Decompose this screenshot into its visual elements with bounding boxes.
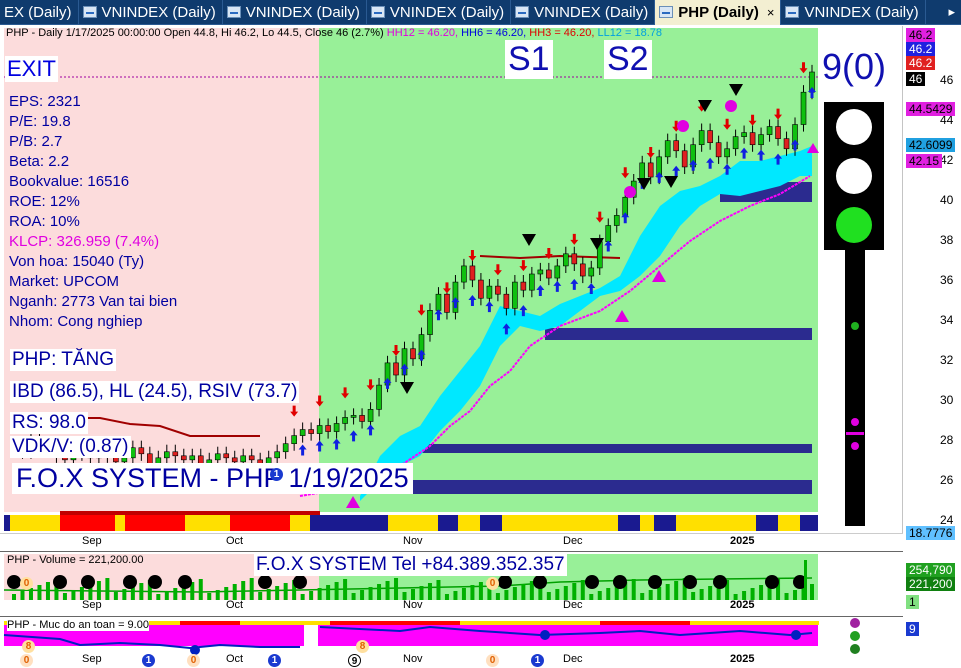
tab-php-daily[interactable]: PHP (Daily) × xyxy=(655,0,782,25)
fundamental-item: ROE: 12% xyxy=(9,193,80,210)
safety-value-tag: 9 xyxy=(906,622,919,636)
price-tag: 46 xyxy=(906,72,926,86)
tab-vnindex-daily-1[interactable]: VNINDEX (Daily) xyxy=(79,0,223,25)
fundamentals-panel: EPS: 2321 P/E: 19.8 P/B: 2.7 Beta: 2.2 Bookv… xyxy=(9,92,177,332)
price-axis-tick: 26 xyxy=(940,473,954,487)
month-label: Nov xyxy=(403,535,423,547)
tab-vnindex-daily-2[interactable]: VNINDEX (Daily) xyxy=(223,0,367,25)
tab-vnindex-daily-3[interactable]: VNINDEX (Daily) xyxy=(367,0,512,25)
volume-tag: 254,790 xyxy=(906,563,956,577)
tab-bar: EX (Daily) VNINDEX (Daily) VNINDEX (Dail… xyxy=(0,0,961,25)
month-label: 2025 xyxy=(730,653,755,665)
safety-label: PHP - Muc do an toan = 9.00 xyxy=(7,619,149,631)
volume-label: PHP - Volume = 221,200.00 xyxy=(7,554,144,566)
trend-label: PHP: TĂNG xyxy=(10,349,117,371)
price-axis-tick: 28 xyxy=(940,433,954,447)
fundamental-item: Beta: 2.2 xyxy=(9,153,70,170)
price-axis-tick: 32 xyxy=(940,353,954,367)
safety-badge: 0 xyxy=(20,654,33,667)
price-tag: 46.2 xyxy=(906,28,936,42)
tab-ex-daily[interactable]: EX (Daily) xyxy=(0,0,79,25)
fundamental-item: Nhom: Cong nghiep xyxy=(9,313,143,330)
price-axis-tick: 24 xyxy=(940,513,954,527)
ibd-label: IBD (86.5), HL (24.5), RSIV (73.7) xyxy=(10,381,300,403)
price-axis-tick: 30 xyxy=(940,393,954,407)
month-label: Oct xyxy=(226,535,244,547)
price-tag: 46.2 xyxy=(906,56,936,70)
fundamental-item: Von hoa: 15040 (Ty) xyxy=(9,253,145,270)
month-label: Sep xyxy=(82,599,102,611)
volume-badge: 0 xyxy=(20,577,33,590)
fundamental-item: ROA: 10% xyxy=(9,213,80,230)
price-axis-tick: 40 xyxy=(940,193,954,207)
fundamental-item: P/E: 19.8 xyxy=(9,113,71,130)
month-label: 2025 xyxy=(730,535,755,547)
rs-label: RS: 98.0 xyxy=(10,412,88,434)
s2-label: S2 xyxy=(604,40,652,79)
month-axis-mid: Sep Oct Nov Dec 2025 xyxy=(0,598,903,614)
volume-badge: 0 xyxy=(486,577,499,590)
safety-badge: 1 xyxy=(531,654,544,667)
safety-badge: 9 xyxy=(348,654,361,667)
price-axis: 46 44 42 40 38 36 34 32 30 28 26 24 46.2 46.2 46.2 46 44… xyxy=(904,26,961,548)
signal-badge: 1 xyxy=(270,468,283,481)
fundamental-item: EPS: 2321 xyxy=(9,93,81,110)
chart-icon xyxy=(370,6,385,18)
month-axis-bottom: Sep Oct Nov Dec 2025 xyxy=(0,652,903,668)
volume-axis: 254,790 221,200 1 xyxy=(904,551,961,615)
price-tag: 44.5429 xyxy=(906,102,956,116)
month-label: Oct xyxy=(226,599,244,611)
fundamental-item: Market: UPCOM xyxy=(9,273,120,290)
price-axis-tick: 38 xyxy=(940,233,954,247)
chart-icon xyxy=(785,6,800,18)
exit-label: EXIT xyxy=(5,56,58,82)
price-pane[interactable]: PHP - Daily 1/17/2025 00:00:00 Open 44.8… xyxy=(0,26,903,548)
month-label: Oct xyxy=(226,653,244,665)
fundamental-item: Nganh: 2773 Van tai bien xyxy=(9,293,178,310)
price-tag: 42.6099 xyxy=(906,138,956,152)
chart-icon xyxy=(515,6,530,18)
price-axis-tick: 36 xyxy=(940,273,954,287)
month-label: Dec xyxy=(563,653,583,665)
safety-axis: 9 xyxy=(904,616,961,668)
safety-badge: 0 xyxy=(486,654,499,667)
level-badge: 8 xyxy=(356,640,369,653)
safety-badge: 0 xyxy=(187,654,200,667)
s1-label: S1 xyxy=(505,40,553,79)
signal-count: 9(0) xyxy=(820,46,889,88)
month-label: Dec xyxy=(563,535,583,547)
tab-scroll-icon[interactable]: ▸ xyxy=(948,4,961,20)
month-label: Nov xyxy=(403,653,423,665)
chart-icon xyxy=(82,6,97,18)
close-tab-icon[interactable]: × xyxy=(767,5,775,20)
chart-icon xyxy=(659,6,674,18)
price-axis-tick: 46 xyxy=(940,73,954,87)
price-axis-tick: 34 xyxy=(940,313,954,327)
month-label: Sep xyxy=(82,653,102,665)
month-label: Dec xyxy=(563,599,583,611)
vdk-label: VDK/V: (0.87) xyxy=(10,436,131,458)
chart-header: PHP - Daily 1/17/2025 00:00:00 Open 44.8… xyxy=(6,27,662,39)
chart-icon xyxy=(226,6,241,18)
month-axis-top: Sep Oct Nov Dec 2025 xyxy=(0,533,903,549)
fundamental-item: KLCP: 326.959 (7.4%) xyxy=(9,233,160,250)
price-tag: 42.15 xyxy=(906,154,943,168)
fundamental-item: Bookvalue: 16516 xyxy=(9,173,130,190)
phone-label: F.O.X SYSTEM Tel +84.389.352.357 xyxy=(254,554,567,576)
volume-tag: 1 xyxy=(906,595,919,609)
amibroker-window: { "tabs":[ {"label":"EX (Daily)","active… xyxy=(0,0,961,668)
month-label: Nov xyxy=(403,599,423,611)
price-tag: 46.2 xyxy=(906,42,936,56)
safety-badge: 1 xyxy=(268,654,281,667)
fundamental-item: P/B: 2.7 xyxy=(9,133,63,150)
month-label: Sep xyxy=(82,535,102,547)
price-tag: 18.7776 xyxy=(906,526,956,540)
level-badge: 8 xyxy=(22,640,35,653)
month-label: 2025 xyxy=(730,599,755,611)
brand-label: F.O.X SYSTEM - PHP 1/19/2025 xyxy=(12,463,413,494)
tab-vnindex-daily-5[interactable]: VNINDEX (Daily) xyxy=(781,0,926,25)
safety-badge: 1 xyxy=(142,654,155,667)
volume-tag: 221,200 xyxy=(906,577,956,591)
tab-vnindex-daily-4[interactable]: VNINDEX (Daily) xyxy=(511,0,656,25)
